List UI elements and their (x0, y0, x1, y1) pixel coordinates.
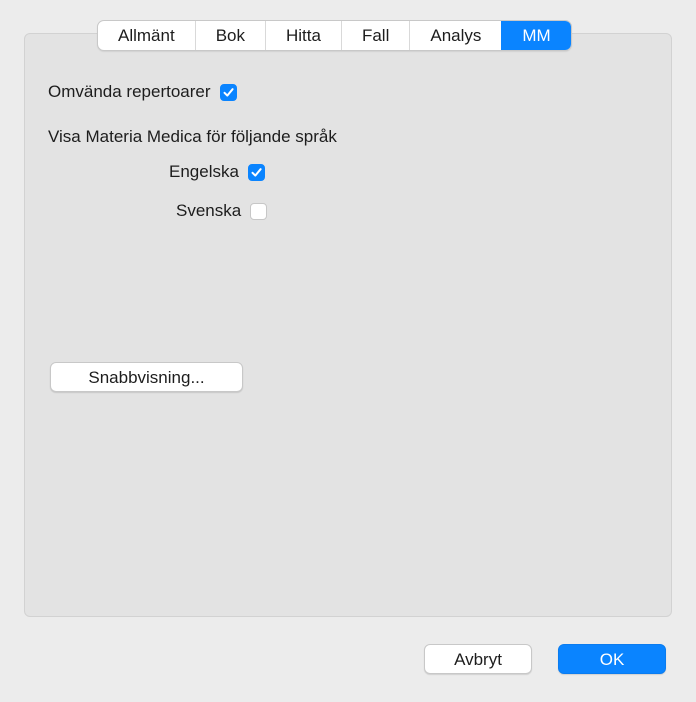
language-swedish-row: Svenska (176, 200, 268, 222)
quick-view-button[interactable]: Snabbvisning... (50, 362, 243, 392)
checkmark-icon (223, 87, 234, 97)
reverse-repertories-label: Omvända repertoarer (48, 82, 211, 101)
language-english-row: Engelska (169, 161, 265, 183)
language-english-checkbox[interactable] (247, 163, 265, 181)
language-swedish-checkbox[interactable] (250, 202, 268, 220)
language-english-label: Engelska (169, 162, 239, 181)
language-swedish-label: Svenska (176, 201, 242, 220)
tab-fall[interactable]: Fall (340, 21, 409, 50)
tab-analys[interactable]: Analys (409, 21, 501, 50)
reverse-repertories-row: Omvända repertoarer (48, 81, 237, 103)
tab-allmant[interactable]: Allmänt (98, 21, 195, 50)
languages-heading: Visa Materia Medica för följande språk (48, 127, 337, 146)
preferences-dialog: Allmänt Bok Hitta Fall Analys MM Omvända… (0, 0, 696, 702)
tab-hitta[interactable]: Hitta (264, 21, 341, 50)
tab-content-panel (24, 33, 672, 617)
cancel-button[interactable]: Avbryt (424, 644, 532, 674)
ok-button[interactable]: OK (558, 644, 666, 674)
tab-mm[interactable]: MM (501, 21, 571, 50)
tab-bar: Allmänt Bok Hitta Fall Analys MM (97, 20, 572, 51)
reverse-repertories-checkbox[interactable] (219, 83, 237, 101)
languages-heading-row: Visa Materia Medica för följande språk (48, 126, 337, 148)
checkmark-icon (251, 167, 262, 177)
tab-bok[interactable]: Bok (194, 21, 265, 50)
